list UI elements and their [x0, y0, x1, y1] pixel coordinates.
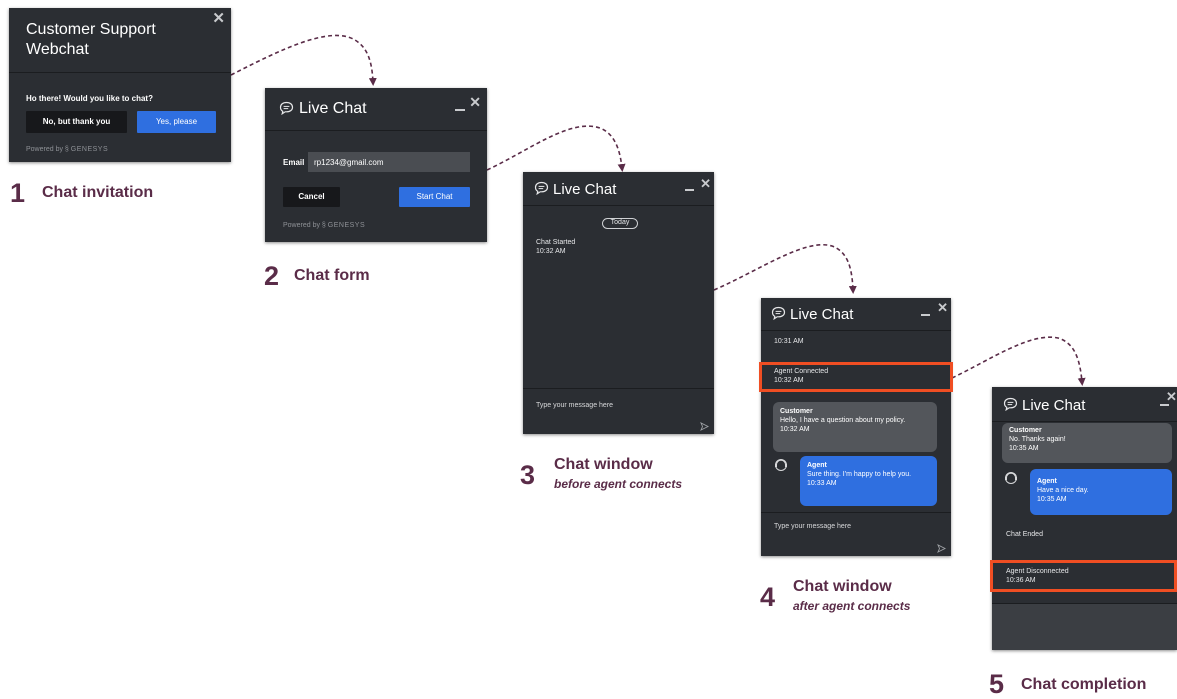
brand-name: GENESYS: [70, 146, 109, 153]
step-4-subtitle: after agent connects: [793, 599, 911, 613]
minimize-icon[interactable]: [1160, 404, 1169, 406]
cancel-button[interactable]: Cancel: [283, 187, 340, 207]
chat-window-before-panel: Live Chat ✕ Today Chat Started 10:32 AM …: [523, 172, 714, 434]
close-icon[interactable]: ✕: [1166, 390, 1177, 403]
minimize-icon[interactable]: [685, 189, 694, 191]
message-input[interactable]: Type your message here: [774, 523, 851, 530]
window-completion-title: Live Chat: [1022, 397, 1086, 414]
minimize-icon[interactable]: [455, 109, 465, 111]
close-icon[interactable]: ✕: [937, 301, 948, 314]
completion-footer: [992, 603, 1177, 650]
close-icon[interactable]: ✕: [700, 177, 711, 190]
genesys-logo-icon: §: [321, 222, 326, 229]
form-header: Live Chat ✕: [265, 88, 487, 131]
agent-message-bubble: Agent Have a nice day. 10:35 AM: [1030, 469, 1172, 515]
decline-button[interactable]: No, but thank you: [26, 111, 127, 133]
close-icon[interactable]: ✕: [469, 95, 481, 109]
step-3-number: 3: [520, 460, 536, 490]
step-3-subtitle: before agent connects: [554, 477, 683, 491]
customer-message-text: No. Thanks again!: [1009, 436, 1066, 443]
window-after-header: Live Chat ✕: [761, 298, 951, 331]
agent-connected-message: Agent Connected: [774, 368, 829, 375]
agent-avatar-icon: [1005, 472, 1017, 484]
email-label: Email: [283, 158, 305, 167]
minimize-icon[interactable]: [921, 314, 930, 316]
customer-message-text: Hello, I have a question about my policy…: [780, 417, 906, 424]
step-5-number: 5: [989, 669, 1005, 699]
chat-bubble-icon: [771, 306, 786, 320]
send-icon[interactable]: [700, 422, 709, 431]
customer-message-time: 10:35 AM: [1009, 445, 1039, 452]
agent-message-text: Have a nice day.: [1037, 487, 1089, 494]
system-message-time: 10:32 AM: [536, 248, 566, 255]
customer-message-bubble: Customer No. Thanks again! 10:35 AM: [1002, 423, 1172, 463]
invitation-title-line2: Webchat: [26, 41, 89, 58]
step-4-number: 4: [760, 582, 776, 612]
agent-name: Agent: [1037, 478, 1057, 485]
powered-by: Powered by § GENESYS: [26, 146, 108, 153]
chat-bubble-icon: [534, 181, 549, 195]
powered-by-label: Powered by: [26, 146, 63, 153]
start-chat-button[interactable]: Start Chat: [399, 187, 470, 207]
chat-completion-panel: Live Chat Customer No. Thanks again! 10:…: [992, 387, 1177, 650]
agent-message-time: 10:35 AM: [1037, 496, 1067, 503]
agent-message-bubble: Agent Sure thing. I'm happy to help you.…: [800, 456, 937, 506]
step-2-number: 2: [264, 261, 280, 291]
agent-disconnected-message: Agent Disconnected: [1006, 568, 1069, 575]
connector-4-5: [951, 336, 1086, 386]
window-after-title: Live Chat: [790, 306, 854, 323]
genesys-logo-icon: §: [64, 146, 69, 153]
chat-window-after-panel: Live Chat ✕ 10:31 AM Agent Connected 10:…: [761, 298, 951, 556]
connector-3-4: [713, 244, 857, 294]
step-3-title: Chat window: [554, 456, 653, 473]
agent-disconnected-time: 10:36 AM: [1006, 577, 1036, 584]
invitation-header: Customer Support Webchat ✕: [9, 8, 231, 73]
earlier-message-time: 10:31 AM: [774, 338, 804, 345]
invitation-prompt: Ho there! Would you like to chat?: [26, 94, 153, 103]
powered-by: Powered by § GENESYS: [283, 222, 365, 229]
chat-invitation-panel: Customer Support Webchat ✕ Ho there! Wou…: [9, 8, 231, 162]
send-icon[interactable]: [937, 544, 946, 553]
invitation-title-line1: Customer Support: [26, 21, 156, 38]
customer-message-bubble: Customer Hello, I have a question about …: [773, 402, 937, 452]
chat-form-panel: Live Chat ✕ Email Cancel Start Chat Powe…: [265, 88, 487, 242]
connector-2-3: [486, 125, 626, 172]
form-title: Live Chat: [299, 100, 367, 117]
message-input[interactable]: Type your message here: [536, 402, 613, 409]
window-before-header: Live Chat ✕: [523, 172, 714, 206]
date-pill: Today: [602, 218, 638, 229]
agent-connected-time: 10:32 AM: [774, 377, 804, 384]
step-4-title: Chat window: [793, 578, 892, 595]
email-field[interactable]: [308, 152, 470, 172]
system-message: Chat Started: [536, 239, 576, 246]
customer-name: Customer: [780, 408, 813, 415]
step-2-title: Chat form: [294, 267, 370, 284]
accept-button[interactable]: Yes, please: [137, 111, 216, 133]
message-composer[interactable]: Type your message here: [523, 388, 714, 434]
powered-by-label: Powered by: [283, 222, 320, 229]
brand-name: GENESYS: [327, 222, 366, 229]
agent-message-time: 10:33 AM: [807, 480, 837, 487]
window-before-title: Live Chat: [553, 181, 617, 198]
customer-message-time: 10:32 AM: [780, 426, 810, 433]
chat-bubble-icon: [1003, 397, 1018, 411]
agent-avatar-icon: [775, 459, 787, 471]
agent-name: Agent: [807, 462, 827, 469]
window-completion-header: Live Chat: [992, 387, 1177, 422]
close-icon[interactable]: ✕: [212, 11, 225, 26]
message-composer[interactable]: Type your message here: [761, 512, 951, 556]
step-1-title: Chat invitation: [42, 184, 154, 201]
chat-ended-message: Chat Ended: [1006, 531, 1043, 538]
chat-bubble-icon: [279, 101, 294, 115]
step-1-number: 1: [10, 178, 26, 208]
agent-message-text: Sure thing. I'm happy to help you.: [807, 471, 912, 478]
customer-name: Customer: [1009, 427, 1042, 434]
connector-1-2: [230, 34, 377, 86]
step-5-title: Chat completion: [1021, 676, 1147, 693]
